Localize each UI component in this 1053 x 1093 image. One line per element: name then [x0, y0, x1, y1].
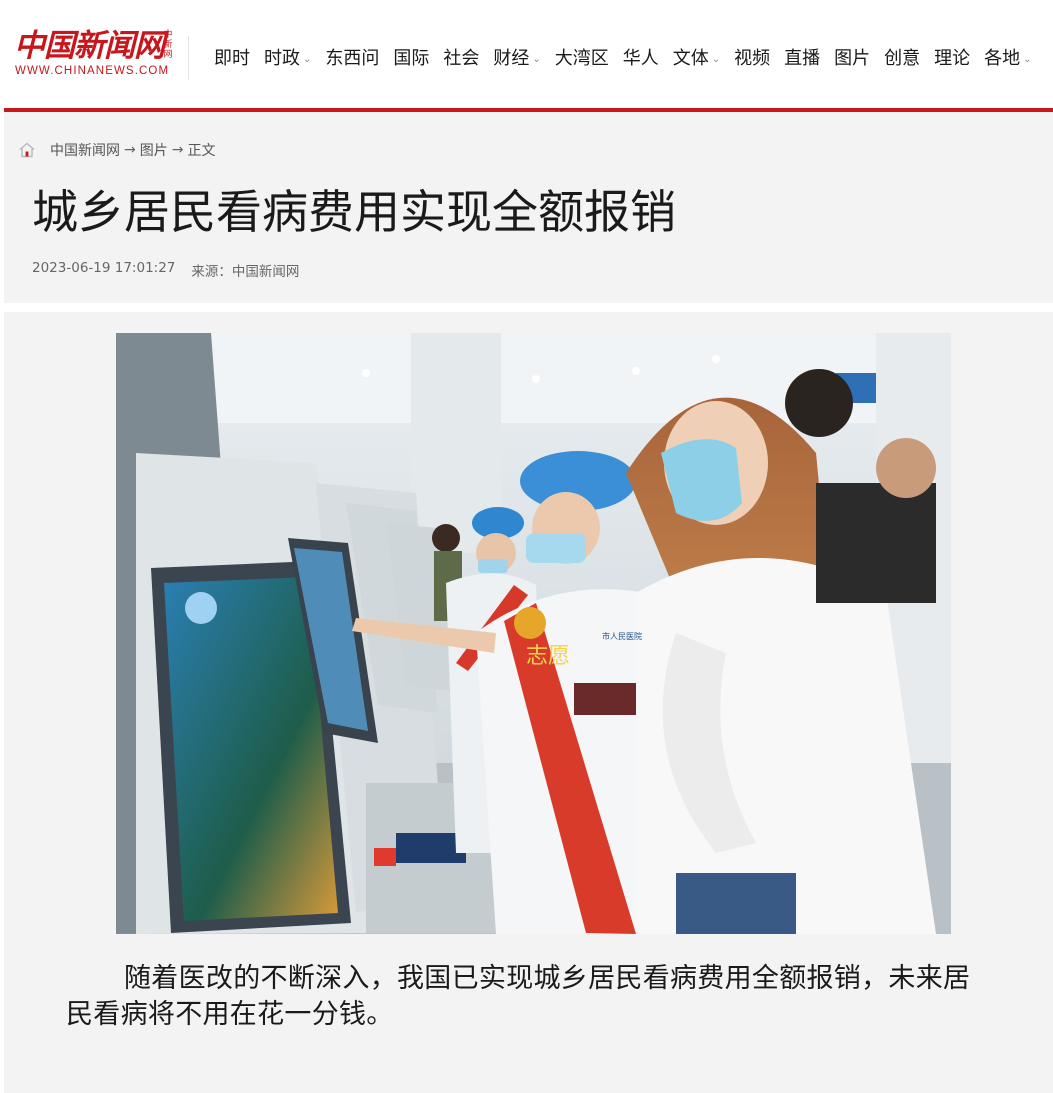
nav-item-east-west[interactable]: 东西问: [325, 46, 379, 72]
breadcrumb-separator: →: [171, 142, 184, 158]
nav-item-greater-bay[interactable]: 大湾区: [555, 46, 609, 72]
nav-item-photos[interactable]: 图片: [834, 46, 870, 72]
nav-item-politics[interactable]: 时政 ⌄: [264, 46, 311, 72]
article-meta: 2023-06-19 17:01:27 来源： 中国新闻网: [32, 260, 299, 280]
nav-item-video[interactable]: 视频: [734, 46, 770, 72]
page-title: 城乡居民看病费用实现全额报销: [32, 185, 676, 239]
photo-hospital-kiosks: 志愿 市人民医院: [116, 333, 951, 934]
nav-item-finance[interactable]: 财经 ⌄: [493, 46, 540, 72]
article-photo[interactable]: 志愿 市人民医院: [116, 333, 951, 934]
nav-item-overseas-chinese[interactable]: 华人: [623, 46, 659, 72]
badge-text: 市人民医院: [602, 631, 642, 641]
logo-tagline: 中新网: [163, 30, 173, 60]
nav-item-theory[interactable]: 理论: [934, 46, 970, 72]
source-label: 来源：: [191, 264, 232, 280]
logo-wordmark: 中国新闻网: [14, 28, 165, 64]
home-icon[interactable]: [18, 141, 36, 159]
article-body: 志愿 市人民医院 随着医改的不断深入，我国已实现城乡居民看病费用全额报销，未来居…: [4, 312, 1053, 1093]
breadcrumb-separator: →: [124, 142, 136, 158]
chevron-down-icon: ⌄: [303, 54, 312, 65]
breadcrumb-home-link[interactable]: 中国新闻网: [50, 140, 120, 160]
chevron-down-icon: ⌄: [532, 54, 541, 65]
publish-datetime: 2023-06-19 17:01:27: [32, 260, 176, 276]
breadcrumb-section-link[interactable]: 图片: [140, 140, 168, 160]
site-header: 中国新闻网 中新网 WWW.CHINANEWS.COM 即时 时政 ⌄ 东西问 国…: [0, 0, 1053, 108]
nav-item-creative[interactable]: 创意: [884, 46, 920, 72]
nav-item-live[interactable]: 直播: [784, 46, 820, 72]
chevron-down-icon: ⌄: [711, 54, 721, 65]
article-header: 中国新闻网 → 图片 → 正文 城乡居民看病费用实现全额报销 2023-06-1…: [4, 112, 1053, 303]
nav-item-instant[interactable]: 即时: [214, 46, 250, 72]
nav-item-culture-sports[interactable]: 文体 ⌄: [673, 46, 720, 72]
article-paragraph: 随着医改的不断深入，我国已实现城乡居民看病费用全额报销，未来居民看病将不用在花一…: [66, 963, 971, 1030]
logo-divider: [188, 36, 189, 80]
logo-url: WWW.CHINANEWS.COM: [15, 65, 170, 77]
chevron-down-icon: ⌄: [1023, 54, 1032, 65]
nav-item-society[interactable]: 社会: [443, 46, 479, 72]
source-name: 中国新闻网: [231, 264, 300, 280]
main-nav: 即时 时政 ⌄ 东西问 国际 社会 财经 ⌄ 大湾区 华人 文体 ⌄ 视频 直播 图片…: [214, 46, 1046, 72]
nav-item-international[interactable]: 国际: [393, 46, 429, 72]
sash-text: 志愿: [526, 644, 570, 669]
breadcrumb-current: 正文: [187, 143, 216, 159]
site-logo[interactable]: 中国新闻网 中新网 WWW.CHINANEWS.COM: [14, 28, 176, 82]
breadcrumb: 中国新闻网 → 图片 → 正文: [18, 140, 215, 160]
nav-item-regions[interactable]: 各地 ⌄: [984, 46, 1031, 72]
